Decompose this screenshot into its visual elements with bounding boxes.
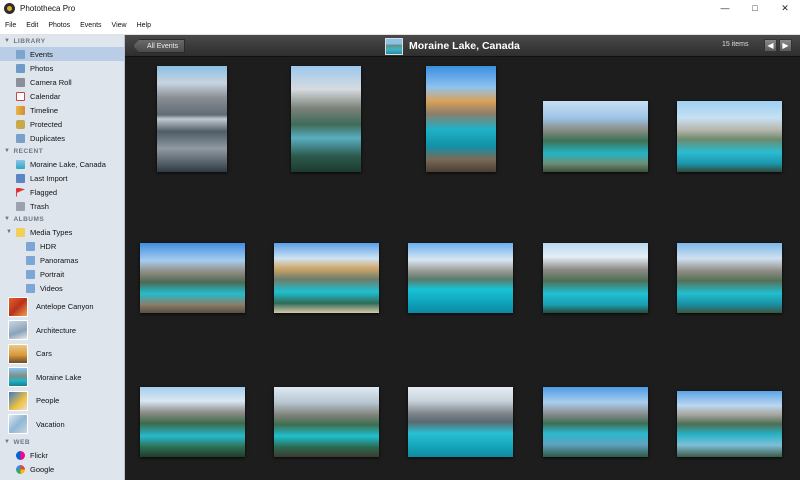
menu-file[interactable]: File — [0, 22, 21, 29]
smart-album-icon — [26, 269, 35, 279]
event-cover-icon — [385, 37, 403, 55]
album-antelope-canyon[interactable]: Antelope Canyon — [0, 295, 124, 319]
sidebar-item-portrait[interactable]: Portrait — [0, 267, 124, 281]
event-title: Moraine Lake, Canada — [409, 40, 520, 52]
collapse-icon: ▼ — [4, 38, 11, 44]
photo-thumbnail[interactable] — [140, 387, 245, 457]
sidebar-item-photos[interactable]: Photos — [0, 61, 124, 75]
photo-thumbnail[interactable] — [291, 66, 361, 172]
sidebar-item-hdr[interactable]: HDR — [0, 239, 124, 253]
collapse-icon: ▼ — [4, 148, 11, 154]
sidebar-item-camera-roll[interactable]: Camera Roll — [0, 75, 124, 89]
vacation-thumb — [8, 414, 28, 435]
antelope-canyon-thumb — [8, 296, 28, 317]
sidebar-item-timeline[interactable]: Timeline — [0, 103, 124, 117]
sidebar-item-flagged[interactable]: Flagged — [0, 185, 124, 199]
close-button[interactable]: ✕ — [770, 0, 800, 16]
menu-edit[interactable]: Edit — [21, 22, 43, 29]
sidebar-item-media-types[interactable]: ▼ Media Types — [0, 225, 124, 239]
title-bar: Phototheca Pro — □ ✕ — [0, 0, 800, 16]
photo-thumbnail[interactable] — [677, 243, 782, 313]
people-thumb — [8, 390, 28, 411]
all-events-back-button[interactable]: All Events — [133, 39, 186, 53]
menu-bar: File Edit Photos Events View Help — [0, 16, 800, 35]
calendar-icon — [16, 91, 25, 101]
timeline-icon — [16, 105, 25, 115]
events-icon — [16, 49, 25, 59]
albums-header[interactable]: ▼ ALBUMS — [0, 213, 124, 225]
collapse-icon: ▼ — [4, 439, 11, 445]
duplicates-icon — [16, 133, 25, 143]
album-architecture[interactable]: Architecture — [0, 319, 124, 343]
photo-thumbnail[interactable] — [677, 391, 782, 457]
event-icon — [16, 159, 25, 169]
album-cars[interactable]: Cars — [0, 342, 124, 366]
album-moraine-lake[interactable]: Moraine Lake — [0, 366, 124, 390]
photo-thumbnail[interactable] — [408, 243, 513, 313]
web-header[interactable]: ▼ WEB — [0, 436, 124, 448]
flag-icon — [16, 187, 25, 197]
smart-album-icon — [26, 283, 35, 293]
folder-icon — [16, 227, 25, 237]
photo-grid-panel: All Events Moraine Lake, Canada 15 items… — [125, 35, 800, 480]
menu-photos[interactable]: Photos — [43, 22, 75, 29]
sidebar-item-flickr[interactable]: Flickr — [0, 448, 124, 462]
smart-album-icon — [26, 241, 35, 251]
photo-thumbnail[interactable] — [543, 101, 648, 172]
sidebar-item-last-import[interactable]: Last Import — [0, 171, 124, 185]
menu-events[interactable]: Events — [75, 22, 106, 29]
sidebar-item-panoramas[interactable]: Panoramas — [0, 253, 124, 267]
photo-thumbnail[interactable] — [543, 243, 648, 313]
sidebar-item-duplicates[interactable]: Duplicates — [0, 131, 124, 145]
sidebar-item-protected[interactable]: Protected — [0, 117, 124, 131]
sidebar-item-calendar[interactable]: Calendar — [0, 89, 124, 103]
photo-thumbnail[interactable] — [677, 101, 782, 172]
event-toolbar: All Events Moraine Lake, Canada 15 items… — [125, 35, 800, 57]
photo-thumbnail[interactable] — [274, 387, 379, 457]
sidebar-item-events[interactable]: Events — [0, 47, 124, 61]
maximize-button[interactable]: □ — [740, 0, 770, 16]
menu-help[interactable]: Help — [132, 22, 156, 29]
moraine-lake-thumb — [8, 367, 28, 388]
camera-roll-icon — [16, 77, 25, 87]
app-logo-icon — [4, 2, 15, 14]
window-controls: — □ ✕ — [710, 0, 800, 16]
photo-thumbnail[interactable] — [426, 66, 496, 172]
recent-header[interactable]: ▼ RECENT — [0, 145, 124, 157]
library-header[interactable]: ▼ LIBRARY — [0, 35, 124, 47]
album-vacation[interactable]: Vacation — [0, 413, 124, 437]
photo-thumbnail[interactable] — [157, 66, 227, 172]
smart-album-icon — [26, 255, 35, 265]
sidebar: ▼ LIBRARY Events Photos Camera Roll Calen… — [0, 35, 125, 480]
protected-icon — [16, 119, 25, 129]
next-event-button[interactable]: ▶ — [779, 39, 792, 52]
trash-icon — [16, 201, 25, 211]
photos-icon — [16, 63, 25, 73]
album-people[interactable]: People — [0, 389, 124, 413]
previous-event-button[interactable]: ◀ — [764, 39, 777, 52]
cars-thumb — [8, 343, 28, 364]
photo-thumbnail[interactable] — [140, 243, 245, 313]
collapse-icon: ▼ — [6, 229, 12, 235]
photo-thumbnail[interactable] — [543, 387, 648, 457]
sidebar-item-trash[interactable]: Trash — [0, 199, 124, 213]
import-icon — [16, 173, 25, 183]
items-count: 15 items — [722, 41, 749, 48]
menu-view[interactable]: View — [107, 22, 132, 29]
sidebar-item-google[interactable]: Google — [0, 462, 124, 476]
photo-thumbnail[interactable] — [408, 387, 513, 457]
photo-thumbnail[interactable] — [274, 243, 379, 313]
minimize-button[interactable]: — — [710, 0, 740, 16]
sidebar-item-moraine-lake-canada[interactable]: Moraine Lake, Canada — [0, 157, 124, 171]
collapse-icon: ▼ — [4, 216, 11, 222]
event-header: Moraine Lake, Canada — [385, 37, 520, 55]
architecture-thumb — [8, 320, 28, 341]
sidebar-item-videos[interactable]: Videos — [0, 281, 124, 295]
window-title: Phototheca Pro — [20, 3, 76, 13]
google-icon — [16, 464, 25, 474]
flickr-icon — [16, 450, 25, 460]
